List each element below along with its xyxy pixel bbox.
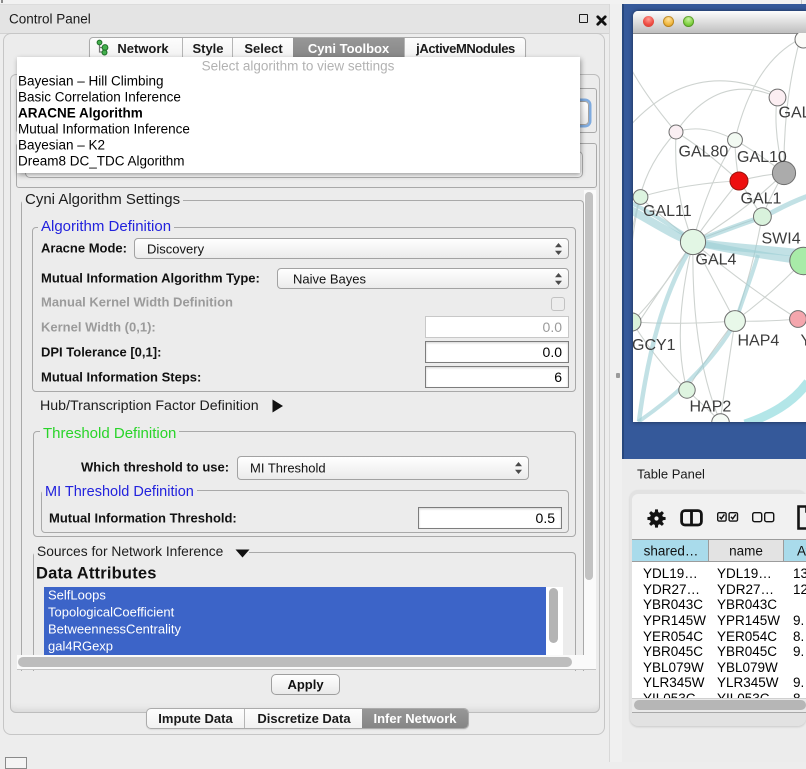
svg-text:HAP2: HAP2 — [690, 398, 732, 415]
svg-text:GAL80: GAL80 — [679, 143, 729, 160]
svg-text:GCY1: GCY1 — [633, 337, 676, 354]
svg-text:SWI4: SWI4 — [762, 231, 801, 248]
svg-text:HAP4: HAP4 — [738, 333, 780, 350]
svg-text:GAL1: GAL1 — [741, 191, 782, 208]
svg-text:Y: Y — [801, 333, 806, 350]
svg-text:GAL4: GAL4 — [696, 252, 737, 269]
svg-text:GAL11: GAL11 — [643, 203, 692, 220]
svg-text:GAL10: GAL10 — [737, 149, 787, 166]
svg-text:GAL2: GAL2 — [779, 105, 806, 122]
